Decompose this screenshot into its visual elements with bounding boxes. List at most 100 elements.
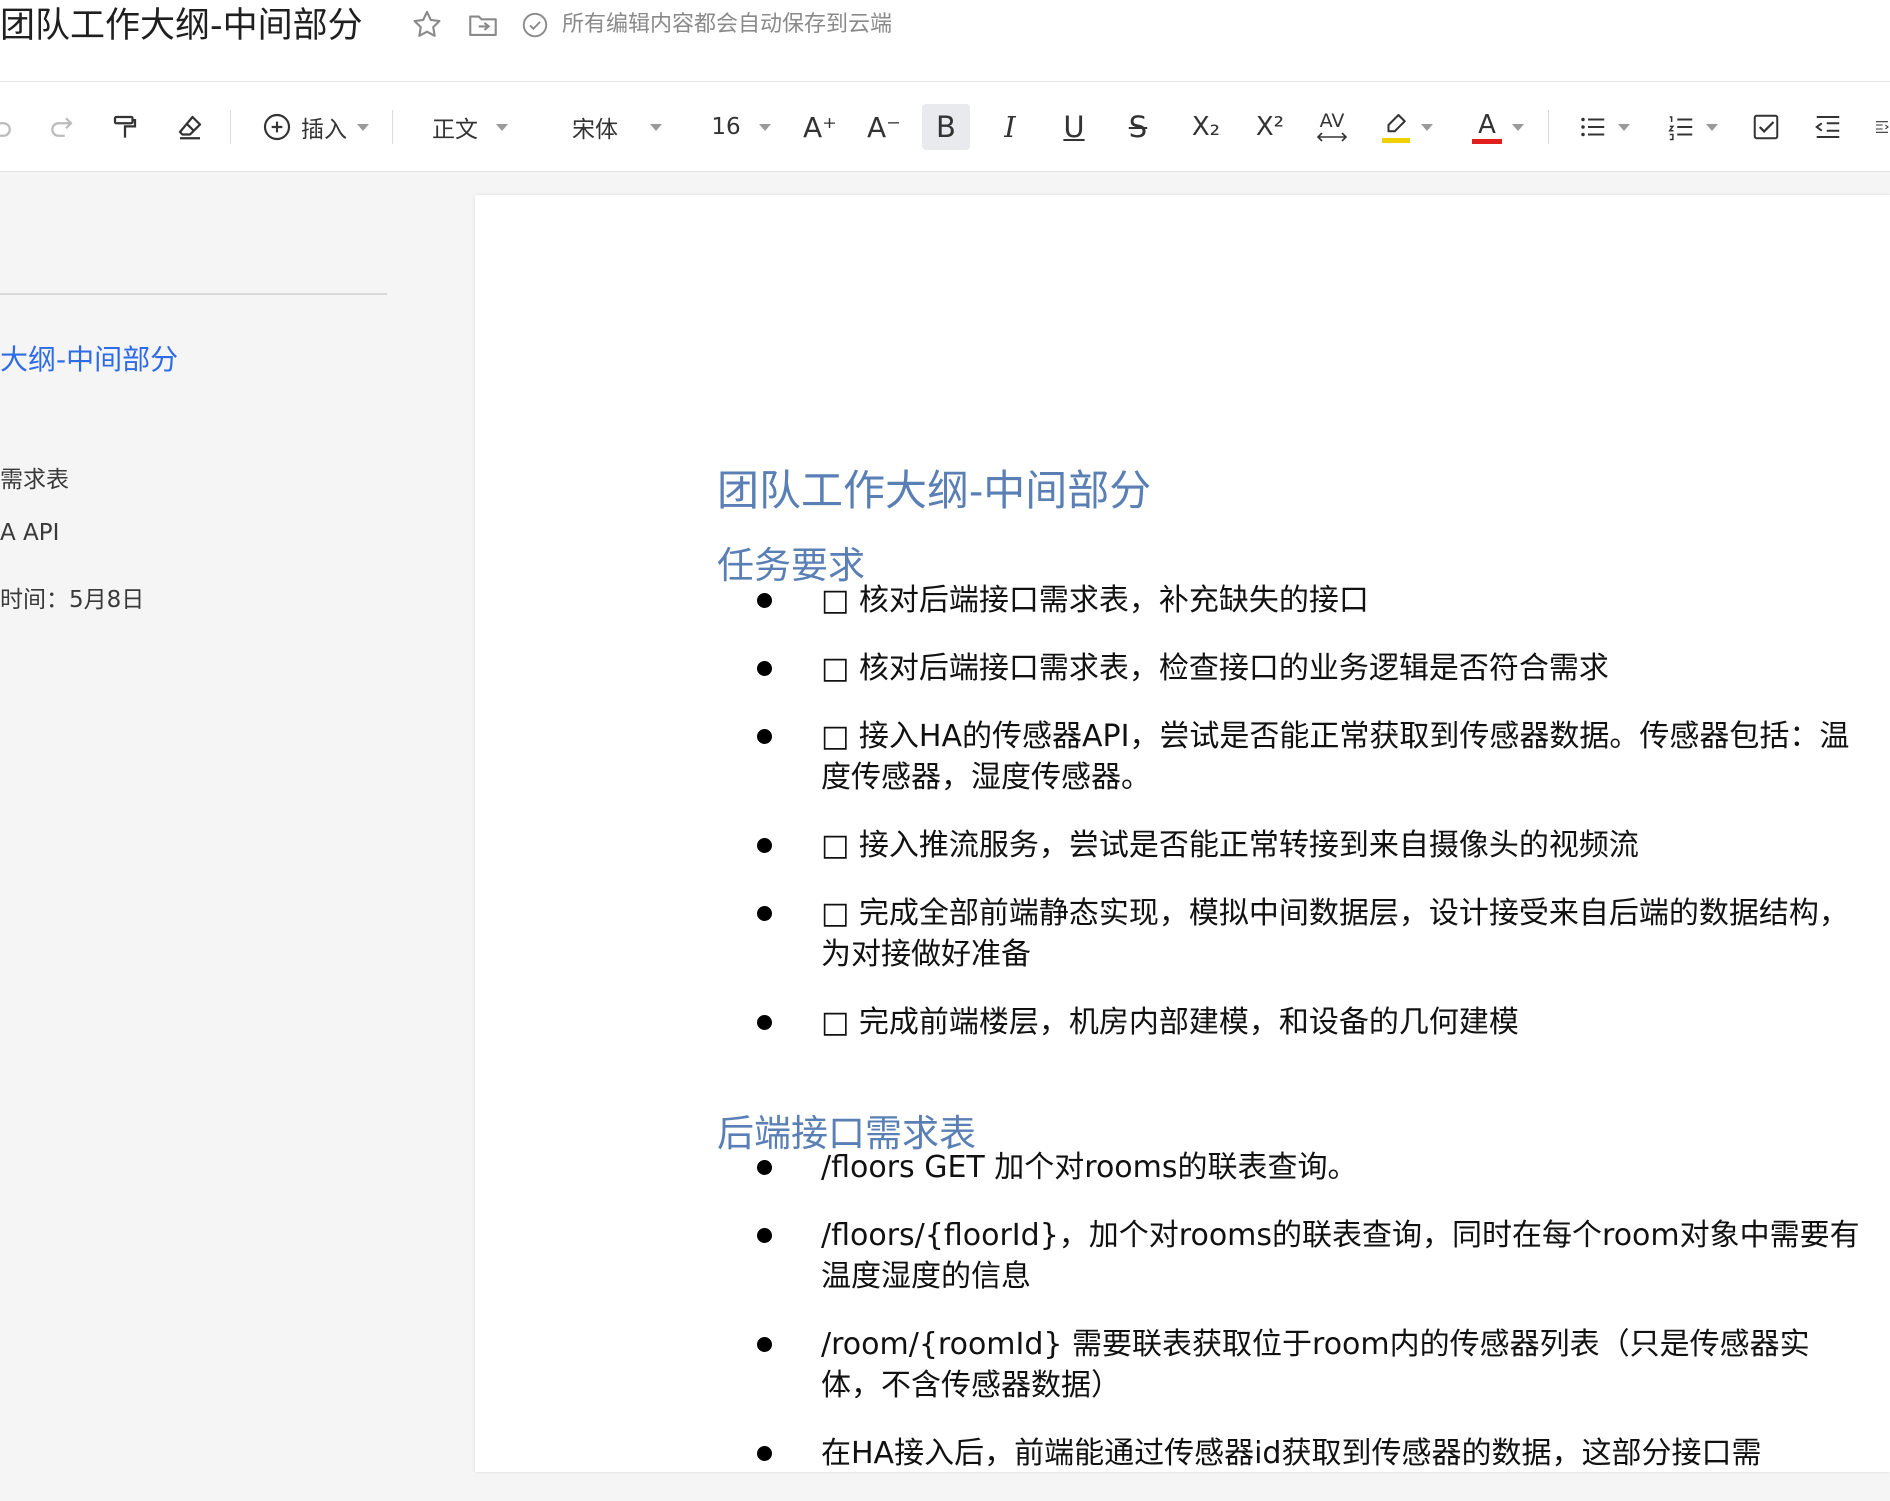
toolbar-divider bbox=[392, 110, 393, 144]
list-item[interactable]: □ 接入HA的传感器API，尝试是否能正常获取到传感器数据。传感器包括：温度传感… bbox=[717, 716, 1867, 798]
document-page[interactable]: 团队工作大纲-中间部分 任务要求 □ 核对后端接口需求表，补充缺失的接口 □ 核对… bbox=[475, 195, 1890, 1472]
list-item[interactable]: □ 完成前端楼层，机房内部建模，和设备的几何建模 bbox=[717, 1002, 1867, 1043]
list-item-text: □ 接入推流服务，尝试是否能正常转接到来自摄像头的视频流 bbox=[821, 828, 1639, 863]
superscript-button[interactable]: X² bbox=[1246, 104, 1294, 150]
underline-label: U bbox=[1063, 110, 1085, 144]
outline-item[interactable]: 时间：5月8日 bbox=[0, 580, 144, 614]
decrease-indent-button[interactable] bbox=[1810, 104, 1846, 150]
chevron-down-icon bbox=[1421, 123, 1433, 131]
bullet-dot-icon bbox=[757, 1446, 772, 1461]
bullet-dot-icon bbox=[757, 593, 772, 608]
list-item-text: □ 核对后端接口需求表，补充缺失的接口 bbox=[821, 583, 1369, 618]
highlight-swatch bbox=[1382, 137, 1410, 143]
outline-item-current[interactable]: 大纲-中间部分 bbox=[0, 338, 178, 378]
insert-label: 插入 bbox=[301, 117, 347, 143]
save-status-text: 所有编辑内容都会自动保存到云端 bbox=[562, 12, 893, 37]
list-item[interactable]: □ 核对后端接口需求表，检查接口的业务逻辑是否符合需求 bbox=[717, 648, 1867, 689]
list-item[interactable]: □ 核对后端接口需求表，补充缺失的接口 bbox=[717, 580, 1867, 621]
clear-format-button[interactable] bbox=[172, 104, 208, 150]
list-item[interactable]: 在HA接入后，前端能通过传感器id获取到传感器的数据，这部分接口需 bbox=[717, 1433, 1867, 1474]
star-icon[interactable] bbox=[410, 8, 444, 42]
format-toolbar: 插入 正文 宋体 16 A⁺ A⁻ B I U S X₂ X² AV A bbox=[0, 82, 1890, 172]
chevron-down-icon bbox=[1512, 123, 1524, 131]
list-item-text: /floors GET 加个对rooms的联表查询。 bbox=[821, 1150, 1358, 1185]
bullet-dot-icon bbox=[757, 1337, 772, 1352]
plus-circle-icon bbox=[263, 113, 291, 141]
chevron-down-icon bbox=[496, 123, 508, 131]
bullet-dot-icon bbox=[757, 661, 772, 676]
font-color-label: A bbox=[1478, 109, 1496, 140]
task-list: □ 核对后端接口需求表，补充缺失的接口 □ 核对后端接口需求表，检查接口的业务逻辑… bbox=[717, 580, 1867, 1070]
list-item-text: □ 完成前端楼层，机房内部建模，和设备的几何建模 bbox=[821, 1005, 1519, 1040]
move-to-folder-icon[interactable] bbox=[466, 8, 500, 42]
subscript-button[interactable]: X₂ bbox=[1182, 104, 1230, 150]
title-bar: 团队工作大纲-中间部分 所有编辑内容都会自动保存到云端 bbox=[0, 0, 1890, 82]
list-item-text: □ 核对后端接口需求表，检查接口的业务逻辑是否符合需求 bbox=[821, 651, 1609, 686]
list-item[interactable]: /floors/{floorId}，加个对rooms的联表查询，同时在每个roo… bbox=[717, 1215, 1867, 1297]
outline-item[interactable]: A API bbox=[0, 520, 59, 546]
character-spacing-button[interactable]: AV bbox=[1310, 104, 1354, 150]
chevron-down-icon bbox=[1618, 123, 1630, 131]
undo-button[interactable] bbox=[0, 104, 16, 150]
bulleted-list-icon bbox=[1581, 117, 1605, 137]
spacing-label: AV bbox=[1319, 109, 1345, 132]
bold-label: B bbox=[936, 110, 956, 144]
list-item[interactable]: /room/{roomId} 需要联表获取位于room内的传感器列表（只是传感器… bbox=[717, 1324, 1867, 1406]
paragraph-style-select[interactable]: 正文 bbox=[426, 104, 514, 150]
increase-font-size-button[interactable]: A⁺ bbox=[802, 104, 838, 150]
document-heading-title: 团队工作大纲-中间部分 bbox=[717, 466, 1152, 515]
outline-item[interactable]: 需求表 bbox=[0, 460, 69, 494]
font-color-icon: A bbox=[1472, 111, 1502, 144]
format-painter-button[interactable] bbox=[108, 104, 142, 150]
list-item-text: 在HA接入后，前端能通过传感器id获取到传感器的数据，这部分接口需 bbox=[821, 1436, 1762, 1471]
chevron-down-icon bbox=[1706, 123, 1718, 131]
highlighter-icon bbox=[1381, 112, 1411, 143]
italic-label: I bbox=[1004, 110, 1016, 144]
font-size-select[interactable]: 16 bbox=[708, 104, 774, 150]
double-arrow-icon bbox=[1316, 131, 1348, 142]
bold-button[interactable]: B bbox=[922, 104, 970, 150]
font-family-select[interactable]: 宋体 bbox=[566, 104, 668, 150]
highlight-color-button[interactable] bbox=[1376, 104, 1438, 150]
toolbar-divider bbox=[1548, 110, 1549, 144]
chevron-down-icon bbox=[758, 123, 771, 131]
task-list-button[interactable] bbox=[1748, 104, 1784, 150]
strikethrough-label: S bbox=[1128, 110, 1148, 144]
bullet-dot-icon bbox=[757, 1228, 772, 1243]
outline-divider bbox=[0, 293, 387, 295]
numbered-list-icon bbox=[1668, 116, 1693, 141]
italic-button[interactable]: I bbox=[988, 104, 1032, 150]
document-title[interactable]: 团队工作大纲-中间部分 bbox=[0, 4, 363, 48]
numbered-list-button[interactable] bbox=[1662, 104, 1722, 150]
bullet-dot-icon bbox=[757, 1015, 772, 1030]
bullet-dot-icon bbox=[757, 1160, 772, 1175]
bulleted-list-button[interactable] bbox=[1574, 104, 1634, 150]
saved-check-icon bbox=[520, 8, 554, 42]
font-color-button[interactable]: A bbox=[1466, 104, 1530, 150]
chevron-down-icon bbox=[650, 123, 662, 131]
decrease-font-size-button[interactable]: A⁻ bbox=[866, 104, 902, 150]
list-item[interactable]: □ 完成全部前端静态实现，模拟中间数据层，设计接受来自后端的数据结构，为对接做好… bbox=[717, 893, 1867, 975]
list-item-text: □ 完成全部前端静态实现，模拟中间数据层，设计接受来自后端的数据结构，为对接做好… bbox=[821, 896, 1849, 972]
checkbox-icon bbox=[1753, 114, 1779, 140]
api-requirement-list: /floors GET 加个对rooms的联表查询。 /floors/{floor… bbox=[717, 1147, 1867, 1501]
bullet-dot-icon bbox=[757, 906, 772, 921]
list-item-text: □ 接入HA的传感器API，尝试是否能正常获取到传感器数据。传感器包括：温度传感… bbox=[821, 719, 1850, 795]
font-size-value: 16 bbox=[711, 114, 741, 140]
list-item-text: /floors/{floorId}，加个对rooms的联表查询，同时在每个roo… bbox=[821, 1218, 1860, 1294]
redo-button[interactable] bbox=[44, 104, 78, 150]
list-item-text: /room/{roomId} 需要联表获取位于room内的传感器列表（只是传感器… bbox=[821, 1327, 1810, 1403]
list-item[interactable]: /floors GET 加个对rooms的联表查询。 bbox=[717, 1147, 1867, 1188]
chevron-down-icon bbox=[357, 123, 369, 131]
decrease-font-label: A⁻ bbox=[867, 110, 901, 144]
underline-button[interactable]: U bbox=[1052, 104, 1096, 150]
toolbar-divider bbox=[230, 110, 231, 144]
list-item[interactable]: □ 接入推流服务，尝试是否能正常转接到来自摄像头的视频流 bbox=[717, 825, 1867, 866]
increase-indent-button[interactable] bbox=[1874, 104, 1890, 150]
font-color-swatch bbox=[1472, 138, 1502, 144]
strikethrough-button[interactable]: S bbox=[1116, 104, 1160, 150]
insert-menu[interactable]: 插入 bbox=[257, 104, 373, 150]
bullet-dot-icon bbox=[757, 838, 772, 853]
outdent-icon bbox=[1815, 116, 1840, 138]
bullet-dot-icon bbox=[757, 729, 772, 744]
